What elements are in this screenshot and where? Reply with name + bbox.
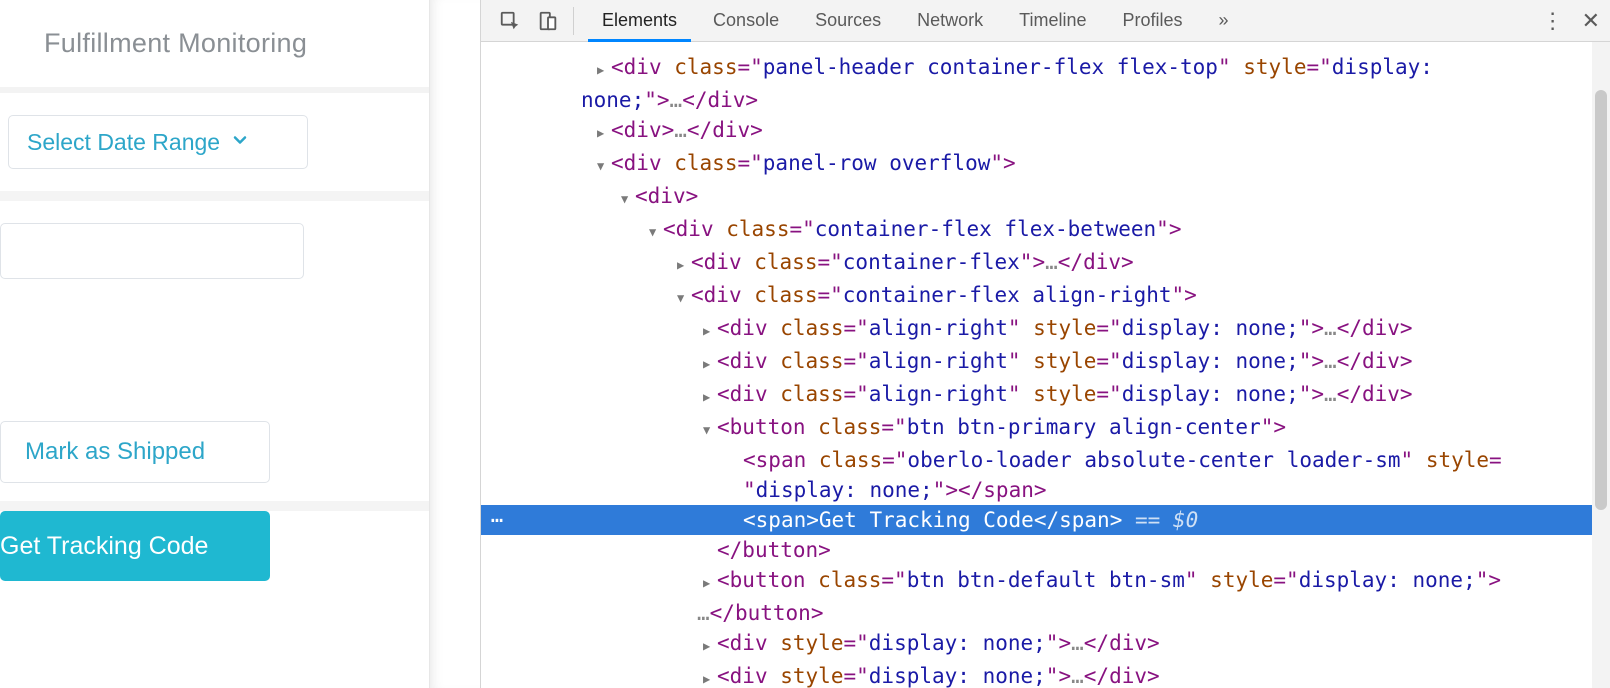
devtools-tabs: ElementsConsoleSourcesNetworkTimelinePro… xyxy=(584,0,1201,41)
text-input[interactable] xyxy=(0,223,304,279)
devtools-body: <div class="panel-header container-flex … xyxy=(481,42,1610,688)
mark-as-shipped-label: Mark as Shipped xyxy=(25,438,205,466)
dom-node[interactable]: "display: none;"></span> xyxy=(481,475,1610,505)
get-tracking-code-label: Get Tracking Code xyxy=(0,532,208,561)
spacer xyxy=(0,301,429,421)
tab-console[interactable]: Console xyxy=(695,0,797,41)
scrollbar[interactable] xyxy=(1592,42,1610,688)
dom-node[interactable]: <button class="btn btn-primary align-cen… xyxy=(481,412,1610,445)
dom-node[interactable]: <button class="btn btn-default btn-sm" s… xyxy=(481,565,1610,598)
tab-network[interactable]: Network xyxy=(899,0,1001,41)
chevron-down-icon xyxy=(230,129,250,156)
mark-as-shipped-button[interactable]: Mark as Shipped xyxy=(0,421,270,483)
dom-node[interactable]: <div class="container-flex align-right"> xyxy=(481,280,1610,313)
dom-node[interactable]: <div> xyxy=(481,181,1610,214)
dom-node[interactable]: <div class="container-flex flex-between"… xyxy=(481,214,1610,247)
dom-node[interactable]: <div class="container-flex">…</div> xyxy=(481,247,1610,280)
tab-sources[interactable]: Sources xyxy=(797,0,899,41)
dom-node[interactable]: <span class="oberlo-loader absolute-cent… xyxy=(481,445,1610,475)
dom-node-selected[interactable]: ⋯<span>Get Tracking Code</span> == $0 xyxy=(481,505,1610,535)
divider xyxy=(573,7,574,35)
dom-node[interactable]: <div class="align-right" style="display:… xyxy=(481,379,1610,412)
app-viewport: Fulfillment Monitoring Select Date Range… xyxy=(0,0,430,688)
dom-node[interactable]: <div class="align-right" style="display:… xyxy=(481,346,1610,379)
devtools-toolbar: ElementsConsoleSourcesNetworkTimelinePro… xyxy=(481,0,1610,42)
dom-node[interactable]: <div class="panel-row overflow"> xyxy=(481,148,1610,181)
tab-timeline[interactable]: Timeline xyxy=(1001,0,1104,41)
date-range-label: Select Date Range xyxy=(27,129,220,156)
divider xyxy=(0,501,429,511)
kebab-menu-icon[interactable]: ⋮ xyxy=(1542,8,1564,34)
dom-node[interactable]: <div class="panel-header container-flex … xyxy=(481,52,1610,85)
scroll-gutter xyxy=(430,0,480,688)
tab-profiles[interactable]: Profiles xyxy=(1105,0,1201,41)
get-tracking-code-button[interactable]: Get Tracking Code xyxy=(0,511,270,581)
tabs-overflow-button[interactable]: » xyxy=(1201,0,1247,41)
date-range-select[interactable]: Select Date Range xyxy=(8,115,308,169)
dom-node[interactable]: <div style="display: none;">…</div> xyxy=(481,661,1610,688)
app-panel: Fulfillment Monitoring Select Date Range… xyxy=(0,0,480,688)
dom-node[interactable]: <div>…</div> xyxy=(481,115,1610,148)
dom-node[interactable]: <div style="display: none;">…</div> xyxy=(481,628,1610,661)
device-toolbar-icon[interactable] xyxy=(529,0,567,41)
dom-node[interactable]: <div class="align-right" style="display:… xyxy=(481,313,1610,346)
inspect-element-icon[interactable] xyxy=(491,0,529,41)
page-title: Fulfillment Monitoring xyxy=(0,0,429,87)
tab-elements[interactable]: Elements xyxy=(584,0,695,41)
divider xyxy=(0,191,429,201)
close-icon[interactable]: ✕ xyxy=(1582,8,1600,34)
dom-node[interactable]: …</button> xyxy=(481,598,1610,628)
dom-node[interactable]: </button> xyxy=(481,535,1610,565)
scrollbar-thumb[interactable] xyxy=(1595,90,1607,510)
devtools-panel: ElementsConsoleSourcesNetworkTimelinePro… xyxy=(480,0,1610,688)
dom-node[interactable]: none;">…</div> xyxy=(481,85,1610,115)
dom-tree[interactable]: <div class="panel-header container-flex … xyxy=(481,42,1610,688)
divider xyxy=(0,87,429,93)
